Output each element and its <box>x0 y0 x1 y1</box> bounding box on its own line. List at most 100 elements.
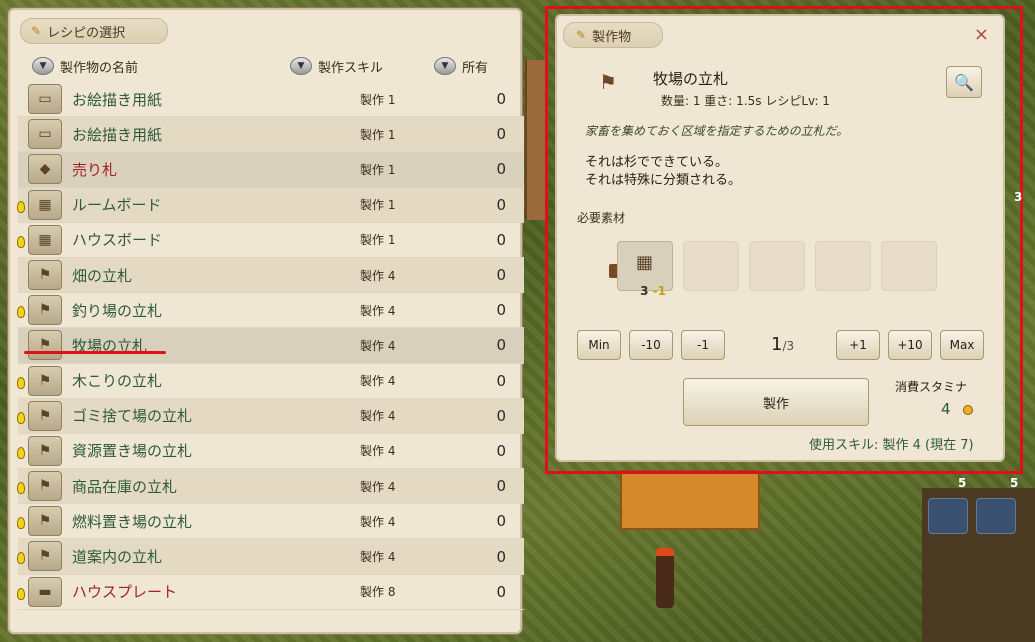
recipe-skill: 製作 1 <box>360 162 396 177</box>
lightbulb-icon <box>17 200 25 213</box>
recipe-row[interactable]: ⚑ 商品在庫の立札 製作 4 0 <box>17 469 524 505</box>
recipe-item-icon: ▦ <box>28 189 62 220</box>
recipe-row[interactable]: ⚑ 燃料置き場の立札 製作 4 0 <box>17 504 524 540</box>
recipe-item-icon: ⚑ <box>28 435 62 466</box>
recipe-item-icon: ⚑ <box>28 506 62 537</box>
skill-used: 使用スキル: 製作 4 (現在 7) <box>809 438 974 453</box>
recipe-item-icon: ▦ <box>28 224 62 255</box>
search-icon[interactable]: 🔍 <box>946 66 982 98</box>
ore-item-icon[interactable] <box>976 498 1016 534</box>
wood-material-icon: ▦ <box>636 252 654 273</box>
craft-button[interactable]: 製作 <box>683 378 869 426</box>
recipe-owned: 0 <box>496 406 506 425</box>
recipe-skill: 製作 4 <box>360 550 396 565</box>
recipe-skill: 製作 4 <box>360 444 396 459</box>
recipe-name: 道案内の立札 <box>72 548 163 567</box>
recipe-row[interactable]: ⚑ 道案内の立札 製作 4 0 <box>17 539 524 575</box>
recipe-row[interactable]: ⚑ ゴミ捨て場の立札 製作 4 0 <box>17 398 524 434</box>
recipe-skill: 製作 4 <box>360 479 396 494</box>
material-slot-empty <box>881 241 937 291</box>
craft-panel: ✎ 製作物 × ⚑ 牧場の立札 数量: 1 重さ: 1.5s レシピLv: 1 … <box>555 14 1005 462</box>
recipe-skill: 製作 4 <box>360 409 396 424</box>
recipe-panel-title: レシピの選択 <box>47 25 126 41</box>
recipe-name: ルームボード <box>72 196 162 215</box>
recipe-row[interactable]: ▭ お絵描き用紙 製作 1 0 <box>18 117 524 153</box>
lightbulb-icon <box>17 517 25 530</box>
recipe-owned: 0 <box>496 90 506 109</box>
recipe-panel-title-tab: ✎ レシピの選択 <box>20 18 168 44</box>
recipe-skill: 製作 4 <box>360 268 396 283</box>
plus-10-button[interactable]: +10 <box>888 330 932 360</box>
recipe-name: 燃料置き場の立札 <box>72 512 193 531</box>
recipe-name: 畑の立札 <box>72 266 133 285</box>
plus-1-button[interactable]: +1 <box>836 330 880 360</box>
recipe-row[interactable]: ▦ ハウスボード 製作 1 0 <box>17 223 524 258</box>
recipe-owned: 0 <box>496 125 506 144</box>
material-slot-empty <box>749 241 805 291</box>
lightbulb-icon <box>17 587 25 600</box>
slot-count: 5 <box>958 476 967 490</box>
column-header-owned[interactable]: ▼ 所有 <box>434 54 488 78</box>
selection-underline <box>24 351 166 354</box>
recipe-skill: 製作 1 <box>360 127 396 142</box>
stamina-value: 4 <box>941 400 951 418</box>
item-name: 牧場の立札 <box>653 70 729 88</box>
recipe-owned: 0 <box>496 547 506 566</box>
recipe-name: ハウスボード <box>72 231 163 250</box>
recipe-row[interactable]: ⚑ 資源置き場の立札 製作 4 0 <box>17 434 524 470</box>
recipe-owned: 0 <box>496 230 506 249</box>
min-button[interactable]: Min <box>577 330 621 360</box>
recipe-row[interactable]: ⚑ 木こりの立札 製作 4 0 <box>17 364 524 399</box>
materials-label: 必要素材 <box>577 211 626 225</box>
recipe-owned: 0 <box>496 441 506 460</box>
max-button[interactable]: Max <box>940 330 984 360</box>
recipe-item-icon: ⚑ <box>28 541 62 572</box>
sort-icon: ▼ <box>434 57 456 75</box>
recipe-owned: 0 <box>496 195 506 214</box>
recipe-row[interactable]: ◆ 売り札 製作 1 0 <box>18 152 524 188</box>
close-icon[interactable]: × <box>974 24 989 45</box>
recipe-item-icon: ⚑ <box>28 471 62 502</box>
recipe-row[interactable]: ⚑ 牧場の立札 製作 40 <box>18 328 524 364</box>
recipe-name: 商品在庫の立札 <box>72 477 178 496</box>
recipe-item-icon: ⚑ <box>28 330 62 361</box>
recipe-item-icon: ▭ <box>28 84 62 114</box>
lightbulb-icon <box>17 482 25 495</box>
item-description: 家畜を集めておく区域を指定するための立札だ。 <box>585 124 849 138</box>
recipe-owned: 0 <box>496 301 506 320</box>
pin-icon: ✎ <box>576 28 587 42</box>
recipe-name: 木こりの立札 <box>72 372 163 391</box>
recipe-row[interactable]: ⚑ 畑の立札 製作 4 0 <box>18 257 524 294</box>
craft-panel-title-tab: ✎ 製作物 <box>563 22 663 48</box>
lightbulb-icon <box>17 446 25 459</box>
recipe-skill: 製作 4 <box>360 374 396 389</box>
pin-icon: ✎ <box>31 24 42 38</box>
lightbulb-icon <box>17 235 25 248</box>
lightbulb-icon <box>17 552 25 565</box>
recipe-row[interactable]: ▭ お絵描き用紙 製作 1 0 <box>18 82 524 118</box>
torch <box>656 548 674 608</box>
recipe-row[interactable]: ▦ ルームボード 製作 1 0 <box>17 187 524 223</box>
material-slot[interactable]: ▦ 3 -1 <box>617 241 673 298</box>
recipe-owned: 0 <box>496 160 506 179</box>
pig-item-icon[interactable] <box>928 498 968 534</box>
wall-tile <box>525 60 547 220</box>
recipe-list: ▭ お絵描き用紙 製作 1 0 ▭ お絵描き用紙 製作 1 0 ◆ 売り札 製作 1 0 ▦ ルームボード… <box>17 82 524 610</box>
column-header-skill[interactable]: ▼ 製作スキル <box>290 54 383 78</box>
recipe-name: お絵描き用紙 <box>72 90 163 109</box>
recipe-row[interactable]: ▬ ハウスプレート 製作 8 0 <box>17 575 524 610</box>
recipe-skill: 製作 8 <box>360 585 396 600</box>
item-meta: 数量: 1 重さ: 1.5s レシピLv: 1 <box>661 94 830 108</box>
craft-panel-title: 製作物 <box>592 29 632 45</box>
recipe-row[interactable]: ⚑ 釣り場の立札 製作 4 0 <box>17 293 524 329</box>
item-details: それは杉でできている。 それは特殊に分類される。 <box>585 155 742 188</box>
building-block <box>620 470 760 530</box>
quantity-display: 1/3 <box>771 334 795 355</box>
column-header-name[interactable]: ▼ 製作物の名前 <box>32 54 138 78</box>
recipe-name: ハウスプレート <box>72 583 178 602</box>
recipe-item-icon: ⚑ <box>28 400 62 431</box>
minus-10-button[interactable]: -10 <box>629 330 673 360</box>
recipe-selection-panel: ✎ レシピの選択 ▼ 製作物の名前 ▼ 製作スキル ▼ 所有 ▭ お絵描き用紙製作… <box>8 8 524 634</box>
minus-1-button[interactable]: -1 <box>681 330 725 360</box>
recipe-skill: 製作 4 <box>360 303 396 318</box>
